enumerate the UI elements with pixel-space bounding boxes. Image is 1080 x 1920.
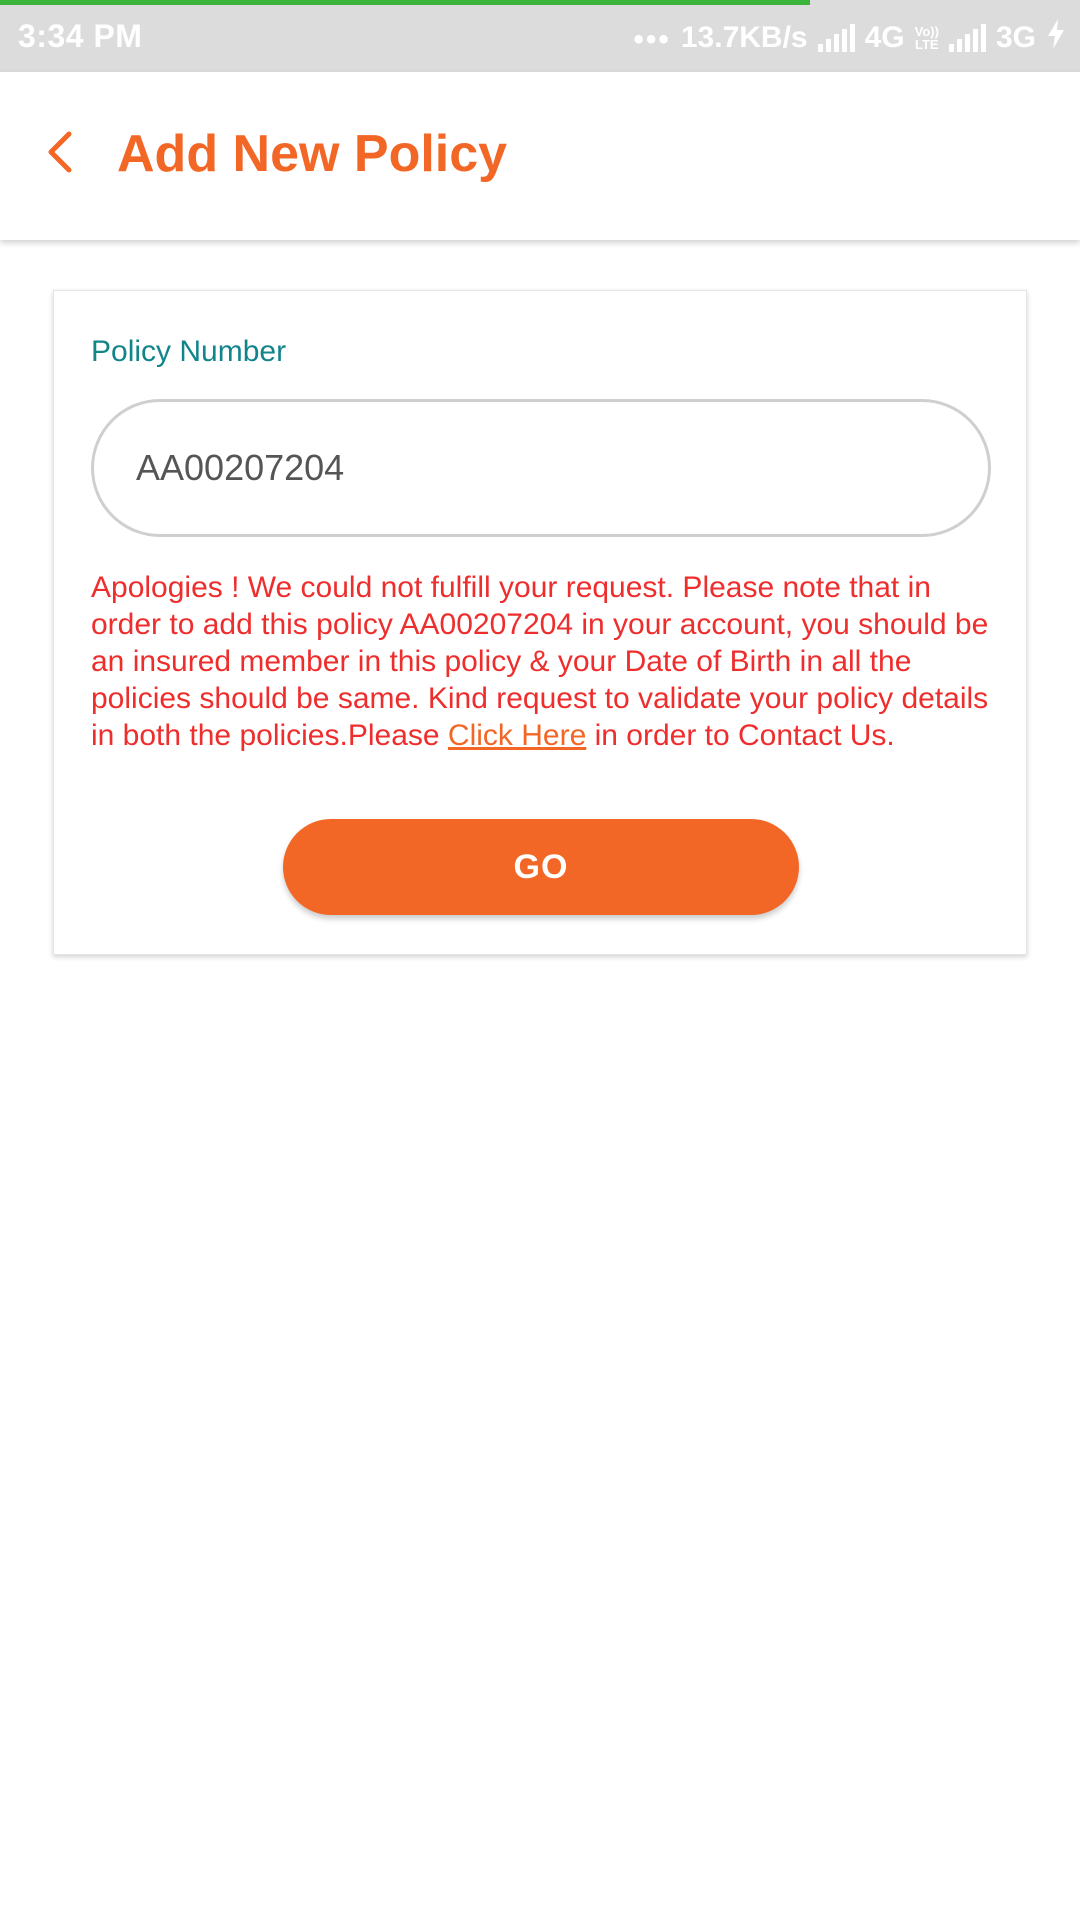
charging-icon <box>1046 19 1066 57</box>
page-title: Add New Policy <box>117 125 508 183</box>
chevron-left-icon <box>48 131 72 173</box>
network-speed: 13.7KB/s <box>680 21 808 54</box>
back-button[interactable] <box>30 122 90 182</box>
signal-icon-2 <box>948 24 986 52</box>
volte-icon: Vo)) LTE <box>914 24 939 52</box>
load-progress-bar <box>0 0 810 5</box>
network-type-3g: 3G <box>995 21 1036 54</box>
more-notifications-icon: ••• <box>633 23 671 56</box>
network-type-4g: 4G <box>864 21 905 54</box>
app-bar: Add New Policy <box>0 72 1080 240</box>
click-here-link[interactable]: Click Here <box>448 719 586 752</box>
policy-card: Policy Number Apologies ! We could not f… <box>53 290 1027 955</box>
signal-icon <box>817 24 855 52</box>
error-message: Apologies ! We could not fulfill your re… <box>91 571 989 752</box>
policy-number-input[interactable] <box>91 399 991 537</box>
status-indicators: ••• 13.7KB/s 4G Vo)) LTE 3G <box>633 18 1066 58</box>
status-time: 3:34 PM <box>18 18 143 54</box>
go-button[interactable]: GO <box>283 819 799 915</box>
policy-number-label: Policy Number <box>91 335 287 368</box>
status-bar: 3:34 PM ••• 13.7KB/s 4G Vo)) LTE 3G <box>0 0 1080 72</box>
